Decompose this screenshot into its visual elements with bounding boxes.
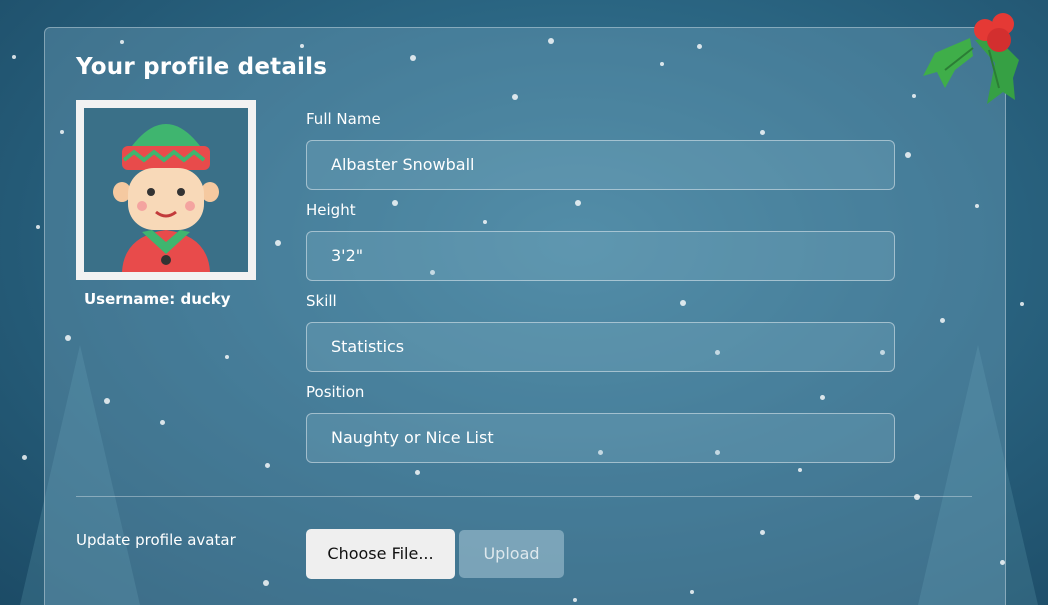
snowflake [573,598,577,602]
snowflake [410,55,416,61]
section-divider [76,496,972,497]
snowflake [660,62,664,66]
snowflake [512,94,518,100]
position-label: Position [306,383,365,401]
snowflake [940,318,945,323]
snowflake [697,44,702,49]
snowflake [275,240,281,246]
holly-icon [923,13,1019,104]
snowflake [22,455,27,460]
full-name-label: Full Name [306,110,381,128]
snowflake [760,130,765,135]
snowflake [680,300,686,306]
snowflake [975,204,979,208]
snowflake [263,580,269,586]
full-name-field[interactable]: Albaster Snowball [306,140,895,190]
snowflake [483,220,487,224]
snowflake [120,40,124,44]
choose-file-button[interactable]: Choose File... [306,529,455,579]
snowflake [575,200,581,206]
snowflake [36,225,40,229]
upload-button[interactable]: Upload [459,530,564,578]
snowflake [265,463,270,468]
snowflake [798,468,802,472]
snowflake [548,38,554,44]
snowflake [104,398,110,404]
update-avatar-label: Update profile avatar [76,531,236,549]
snowflake [1020,302,1024,306]
elf-avatar-icon [113,124,219,272]
snowflake [690,590,694,594]
snowflake [415,470,420,475]
snowflake [820,395,825,400]
snowflake [225,355,229,359]
snowflake [300,44,304,48]
snowflake [60,130,64,134]
snowflake [12,55,16,59]
snowflake [905,152,911,158]
page-title: Your profile details [76,54,328,80]
snowflake [65,335,71,341]
height-field[interactable]: 3'2" [306,231,895,281]
snowflake [760,530,765,535]
snowflake [914,494,920,500]
snowflake [160,420,165,425]
avatar [76,100,256,280]
snowflake [1000,560,1005,565]
snowflake [392,200,398,206]
skill-field[interactable]: Statistics [306,322,895,372]
height-label: Height [306,201,356,219]
position-field[interactable]: Naughty or Nice List [306,413,895,463]
skill-label: Skill [306,292,337,310]
username-label: Username: ducky [84,290,231,308]
